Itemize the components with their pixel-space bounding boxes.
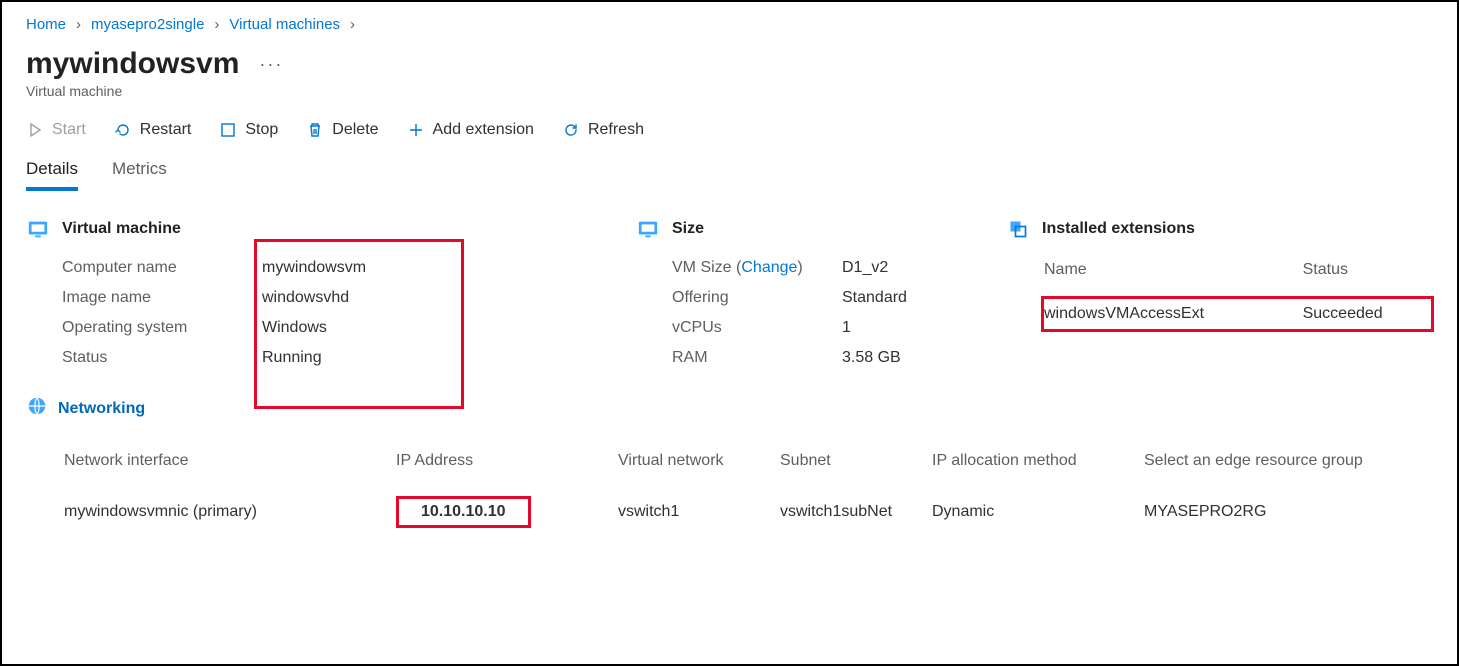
net-edge-rg: MYASEPRO2RG [1144, 490, 1431, 534]
size-icon [636, 217, 660, 241]
stop-button[interactable]: Stop [219, 121, 278, 139]
change-size-link[interactable]: Change [741, 259, 797, 276]
tabs: Details Metrics [26, 159, 1433, 191]
play-icon [26, 121, 44, 139]
net-col-nic: Network interface [64, 452, 394, 488]
label-os: Operating system [62, 319, 262, 337]
section-size-header: Size [636, 217, 966, 241]
restart-button[interactable]: Restart [114, 121, 192, 139]
ext-col-status: Status [1303, 261, 1431, 297]
ext-col-name: Name [1044, 261, 1301, 297]
refresh-icon [562, 121, 580, 139]
stop-icon [219, 121, 237, 139]
restart-icon [114, 121, 132, 139]
refresh-button[interactable]: Refresh [562, 121, 644, 139]
label-computer-name: Computer name [62, 259, 262, 277]
start-label: Start [52, 121, 86, 139]
chevron-right-icon: › [350, 16, 355, 33]
tab-metrics[interactable]: Metrics [112, 159, 167, 191]
section-vm-title: Virtual machine [62, 220, 181, 238]
breadcrumb: Home › myasepro2single › Virtual machine… [26, 16, 1433, 33]
networking-table: Network interface IP Address Virtual net… [62, 450, 1433, 536]
section-vm-header: Virtual machine [26, 217, 596, 241]
network-row[interactable]: mywindowsvmnic (primary) 10.10.10.10 vsw… [64, 490, 1431, 534]
toolbar: Start Restart Stop Delete Add extension … [26, 121, 1433, 139]
extensions-icon [1006, 217, 1030, 241]
extension-row[interactable]: windowsVMAccessExt Succeeded [1044, 299, 1431, 329]
net-col-alloc: IP allocation method [932, 452, 1142, 488]
section-networking-header[interactable]: Networking [26, 395, 596, 422]
value-os: Windows [262, 319, 596, 337]
label-image-name: Image name [62, 289, 262, 307]
size-properties: VM Size (Change) D1_v2 Offering Standard… [672, 259, 966, 367]
extension-name: windowsVMAccessExt [1044, 299, 1301, 329]
plus-icon [407, 121, 425, 139]
net-col-ip: IP Address [396, 452, 616, 488]
value-vmsize: D1_v2 [842, 259, 966, 277]
vm-icon [26, 217, 50, 241]
extensions-table: Name Status windowsVMAccessExt Succeeded [1042, 259, 1433, 331]
net-subnet: vswitch1subNet [780, 490, 930, 534]
net-col-vnet: Virtual network [618, 452, 778, 488]
tab-details[interactable]: Details [26, 159, 78, 191]
more-actions-button[interactable]: ··· [259, 54, 283, 75]
label-status: Status [62, 349, 262, 367]
net-col-subnet: Subnet [780, 452, 930, 488]
value-computer-name: mywindowsvm [262, 259, 596, 277]
refresh-label: Refresh [588, 121, 644, 139]
net-ip-cell: 10.10.10.10 [396, 490, 616, 534]
restart-label: Restart [140, 121, 192, 139]
trash-icon [306, 121, 324, 139]
stop-label: Stop [245, 121, 278, 139]
label-vcpus: vCPUs [672, 319, 842, 337]
section-size-title: Size [672, 220, 704, 238]
breadcrumb-home[interactable]: Home [26, 16, 66, 33]
label-offering: Offering [672, 289, 842, 307]
net-ip: 10.10.10.10 [396, 496, 531, 528]
page-subtitle: Virtual machine [26, 83, 1433, 99]
add-extension-button[interactable]: Add extension [407, 121, 534, 139]
value-offering: Standard [842, 289, 966, 307]
start-button: Start [26, 121, 86, 139]
chevron-right-icon: › [76, 16, 81, 33]
extension-status: Succeeded [1303, 299, 1431, 329]
page-title: mywindowsvm [26, 47, 239, 81]
breadcrumb-section[interactable]: Virtual machines [229, 16, 340, 33]
section-extensions-title: Installed extensions [1042, 220, 1195, 238]
delete-label: Delete [332, 121, 378, 139]
label-vmsize: VM Size (Change) [672, 259, 842, 277]
net-nic: mywindowsvmnic (primary) [64, 490, 394, 534]
add-extension-label: Add extension [433, 121, 534, 139]
chevron-right-icon: › [214, 16, 219, 33]
net-vnet: vswitch1 [618, 490, 778, 534]
vm-properties: Computer name mywindowsvm Image name win… [62, 259, 596, 367]
net-col-edge-rg: Select an edge resource group [1144, 452, 1431, 488]
value-vcpus: 1 [842, 319, 966, 337]
delete-button[interactable]: Delete [306, 121, 378, 139]
section-networking-title: Networking [58, 400, 145, 418]
net-alloc: Dynamic [932, 490, 1142, 534]
breadcrumb-resource[interactable]: myasepro2single [91, 16, 204, 33]
network-icon [26, 395, 48, 422]
section-extensions-header: Installed extensions [1006, 217, 1433, 241]
value-image-name: windowsvhd [262, 289, 596, 307]
value-ram: 3.58 GB [842, 349, 966, 367]
label-ram: RAM [672, 349, 842, 367]
value-status: Running [262, 349, 596, 367]
